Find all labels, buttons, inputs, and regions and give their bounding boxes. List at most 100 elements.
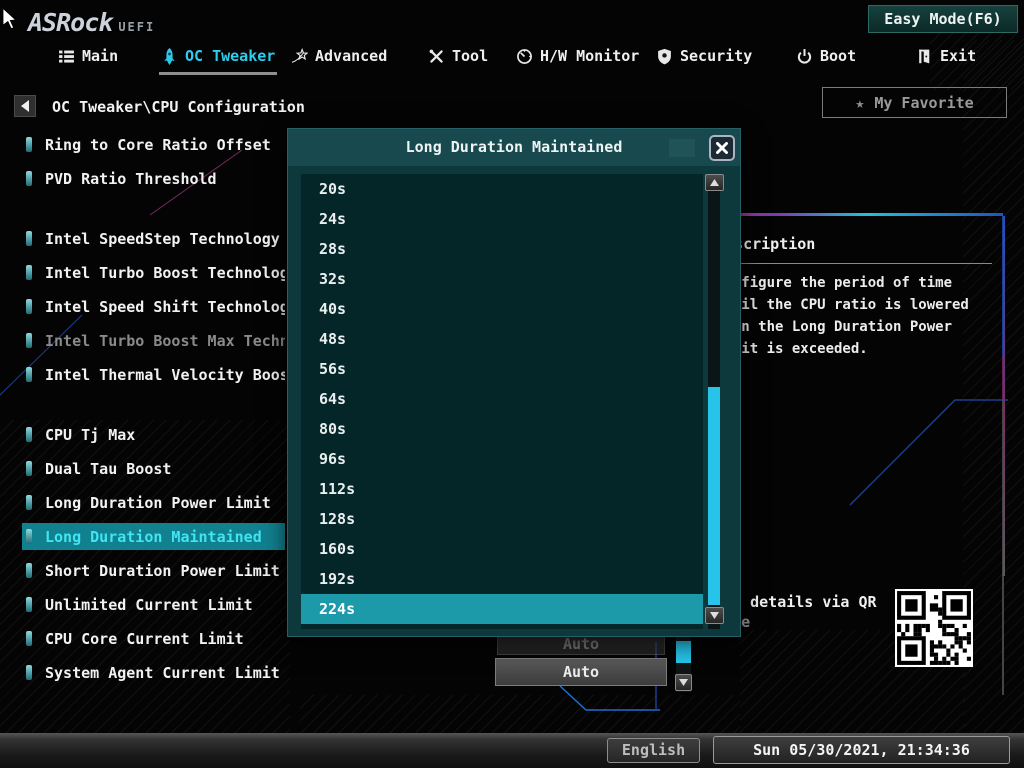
page-scroll-down-button[interactable] [675, 674, 692, 691]
setting-bullet-icon [26, 333, 32, 348]
setting-bullet-icon [26, 461, 32, 476]
setting-item[interactable]: System Agent Current Limit [22, 659, 285, 686]
status-bar: English Sun 05/30/2021, 21:34:36 [0, 733, 1024, 768]
duration-option[interactable]: 160s [301, 534, 703, 564]
star-icon: ★ [855, 93, 865, 112]
settings-list: Ring to Core Ratio Offset PVD Ratio Thres… [0, 0, 287, 700]
setting-label: Intel Turbo Boost Max Technology [45, 331, 285, 350]
setting-item[interactable]: Unlimited Current Limit [22, 591, 285, 618]
duration-option[interactable]: 112s [301, 474, 703, 504]
gauge-icon [516, 48, 533, 65]
dialog-close-button[interactable] [709, 135, 735, 161]
setting-label: PVD Ratio Threshold [45, 169, 217, 188]
setting-item[interactable]: Intel Thermal Velocity Boost Volt [22, 361, 285, 388]
nav-tab-security[interactable]: Security [656, 47, 752, 73]
setting-item[interactable]: Intel Turbo Boost Max Technology [22, 327, 285, 354]
star-swoosh-icon [291, 47, 308, 65]
setting-label: Intel Turbo Boost Technology [45, 263, 285, 282]
long-duration-maintained-dialog: Long Duration Maintained 20s 24s 28s 32s 40s… [287, 128, 741, 637]
setting-label: Long Duration Power Limit [45, 493, 271, 512]
duration-option[interactable]: 192s [301, 564, 703, 594]
option-list: 20s 24s 28s 32s 40s 48s 56s 64s 80s 96s 112s 128s 16… [301, 174, 703, 629]
chevron-up-icon [710, 179, 719, 186]
nav-tab-tool[interactable]: Tool [428, 47, 488, 73]
setting-item[interactable]: CPU Tj Max [22, 421, 285, 448]
setting-item[interactable]: Intel Turbo Boost Technology [22, 259, 285, 286]
shield-icon [656, 48, 673, 65]
setting-item[interactable]: Long Duration Maintained [22, 523, 285, 550]
dialog-scroll-up-button[interactable] [705, 174, 724, 191]
setting-bullet-icon [26, 563, 32, 578]
duration-option[interactable]: 96s [301, 444, 703, 474]
language-button[interactable]: English [607, 738, 700, 763]
duration-option[interactable]: 80s [301, 414, 703, 444]
nav-tab-boot[interactable]: Boot [796, 47, 856, 73]
duration-option[interactable]: 24s [301, 204, 703, 234]
duration-option[interactable]: 28s [301, 234, 703, 264]
setting-item[interactable]: PVD Ratio Threshold [22, 165, 285, 192]
description-line: until the CPU ratio is lowered [716, 297, 969, 313]
easy-mode-button[interactable]: Easy Mode(F6) [868, 5, 1018, 33]
duration-option[interactable]: 224s [301, 594, 703, 624]
setting-bullet-icon [26, 665, 32, 680]
setting-bullet-icon [26, 137, 32, 152]
nav-tab-label: Tool [452, 47, 489, 65]
power-icon [796, 48, 813, 65]
setting-bullet-icon [26, 265, 32, 280]
setting-item[interactable]: Dual Tau Boost [22, 455, 285, 482]
description-panel: Description Configure the period of time… [700, 213, 1007, 583]
nav-tab-label: Security [680, 47, 753, 65]
duration-option[interactable]: 48s [301, 324, 703, 354]
setting-label: CPU Tj Max [45, 425, 136, 444]
nav-tab-label: Advanced [315, 47, 388, 65]
nav-tab-label: Boot [820, 47, 857, 65]
duration-option[interactable]: 20s [301, 174, 703, 204]
dialog-titlebar: Long Duration Maintained [288, 129, 740, 166]
dialog-scrollbar-thumb[interactable] [708, 387, 720, 605]
description-border [700, 213, 1003, 216]
setting-item[interactable]: Long Duration Power Limit [22, 489, 285, 516]
qr-code [895, 589, 973, 667]
duration-option[interactable]: 56s [301, 354, 703, 384]
duration-option[interactable]: 40s [301, 294, 703, 324]
exit-door-icon [916, 48, 933, 65]
setting-label: Long Duration Maintained [45, 527, 262, 546]
duration-option[interactable]: 64s [301, 384, 703, 414]
setting-label: Intel Thermal Velocity Boost Volt [45, 365, 285, 384]
dialog-scroll-down-button[interactable] [705, 607, 724, 624]
setting-item[interactable]: CPU Core Current Limit [22, 625, 285, 652]
setting-label: System Agent Current Limit [45, 663, 280, 682]
setting-label: Ring to Core Ratio Offset [45, 135, 271, 154]
nav-tab-hw-monitor[interactable]: H/W Monitor [516, 47, 639, 73]
setting-label: Dual Tau Boost [45, 459, 172, 478]
nav-tab-label: H/W Monitor [540, 47, 640, 65]
value-dropdown-system-agent-current-limit[interactable]: Auto [495, 658, 667, 686]
chevron-down-icon [679, 679, 688, 686]
setting-label: Short Duration Power Limit [45, 561, 280, 580]
datetime-button[interactable]: Sun 05/30/2021, 21:34:36 [713, 736, 1010, 764]
setting-bullet-icon [26, 367, 32, 382]
nav-tab-label: Exit [940, 47, 977, 65]
setting-item[interactable]: Intel SpeedStep Technology [22, 225, 285, 252]
setting-bullet-icon [26, 427, 32, 442]
nav-tab-advanced[interactable]: Advanced [291, 47, 387, 73]
setting-item[interactable]: Ring to Core Ratio Offset [22, 131, 285, 158]
dialog-dim-icon [669, 139, 695, 157]
duration-option[interactable]: 32s [301, 264, 703, 294]
setting-item[interactable]: Intel Speed Shift Technology [22, 293, 285, 320]
setting-item[interactable]: Short Duration Power Limit [22, 557, 285, 584]
my-favorite-button[interactable]: ★ My Favorite [822, 87, 1007, 118]
chevron-down-icon [710, 612, 719, 619]
nav-tab-exit[interactable]: Exit [916, 47, 976, 73]
setting-bullet-icon [26, 231, 32, 246]
setting-bullet-icon [26, 495, 32, 510]
description-border [1003, 216, 1005, 576]
duration-option[interactable]: 128s [301, 504, 703, 534]
description-separator [716, 263, 992, 264]
close-icon [716, 142, 728, 154]
description-line: Configure the period of time [716, 275, 953, 291]
setting-label: Unlimited Current Limit [45, 595, 253, 614]
setting-bullet-icon [26, 529, 32, 544]
setting-bullet-icon [26, 299, 32, 314]
page-scrollbar-thumb[interactable] [676, 641, 691, 663]
